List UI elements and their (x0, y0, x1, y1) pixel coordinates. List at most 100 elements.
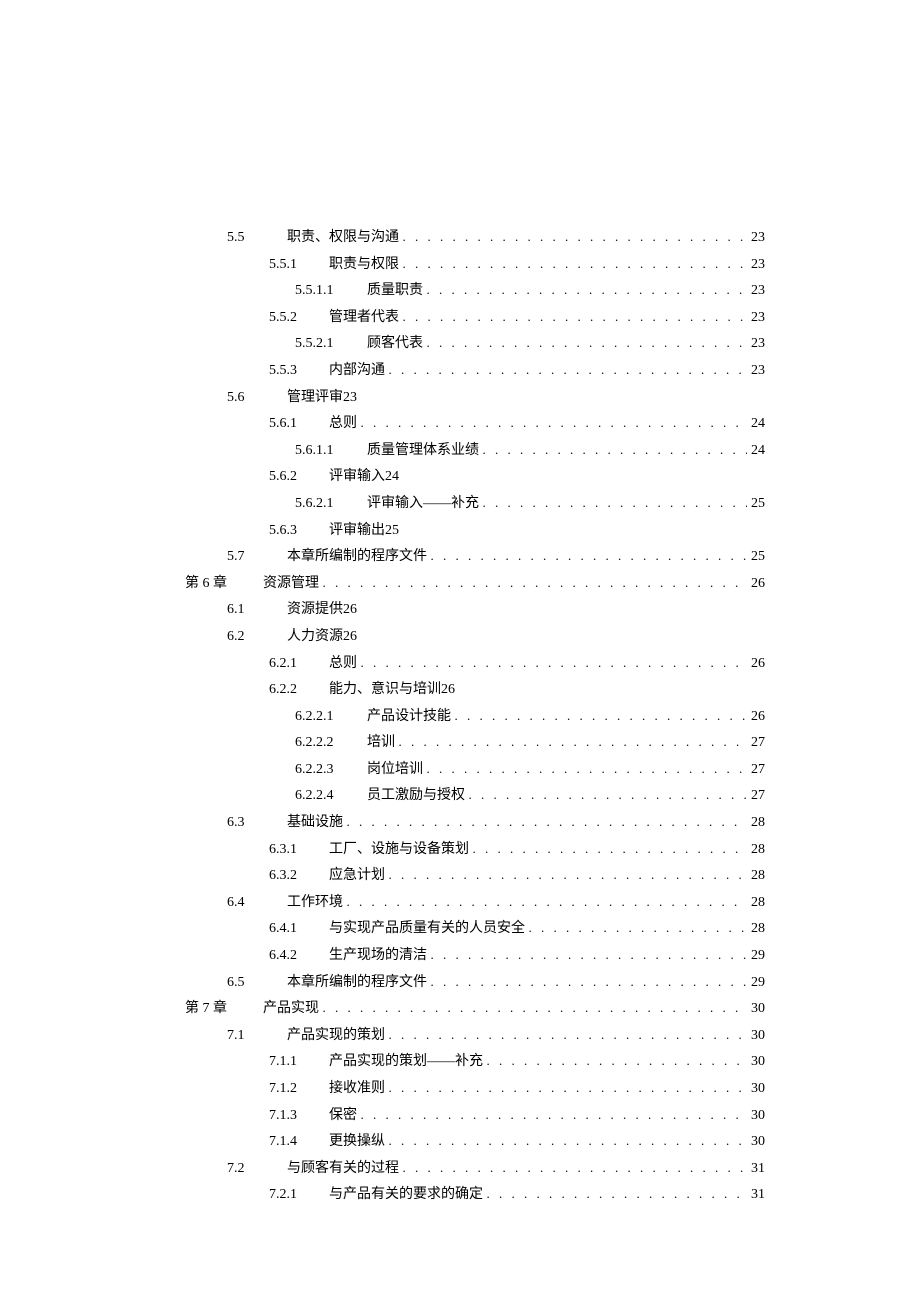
toc-leader-dots: . . . . . . . . . . . . . . . . . . . . … (431, 970, 748, 995)
toc-entry-number: 第 7 章 (185, 996, 263, 1023)
toc-entry-page: 30 (747, 1023, 765, 1050)
toc-entry-number: 7.1.3 (269, 1103, 329, 1130)
toc-leader-dots: . . . . . . . . . . . . . . . . . . . . … (361, 411, 748, 436)
toc-entry-page: 24 (385, 464, 399, 491)
toc-entry-page: 26 (747, 571, 765, 598)
toc-entry-title: 产品设计技能 (367, 704, 451, 731)
toc-leader-dots: . . . . . . . . . . . . . . . . . . . . … (403, 252, 748, 277)
toc-entry-number: 6.2.2.3 (295, 757, 367, 784)
toc-entry-title: 本章所编制的程序文件 (287, 970, 427, 997)
toc-entry-number: 5.6 (227, 385, 287, 412)
toc-entry: 5.6.3评审输出25 (269, 518, 765, 545)
toc-entry-title: 评审输入——补充 (367, 491, 479, 518)
toc-leader-dots: . . . . . . . . . . . . . . . . . . . . … (403, 225, 748, 250)
toc-leader-dots: . . . . . . . . . . . . . . . . . . . . … (399, 730, 748, 755)
toc-leader-dots: . . . . . . . . . . . . . . . . . . . . … (431, 943, 748, 968)
toc-entry: 6.3.2应急计划 . . . . . . . . . . . . . . . … (269, 863, 765, 890)
toc-entry: 7.2与顾客有关的过程 . . . . . . . . . . . . . . … (227, 1156, 765, 1183)
toc-entry-page: 31 (747, 1156, 765, 1183)
toc-entry-title: 基础设施 (287, 810, 343, 837)
toc-entry: 6.4.2生产现场的清洁 . . . . . . . . . . . . . .… (269, 943, 765, 970)
toc-entry-page: 30 (747, 1049, 765, 1076)
toc-entry-number: 6.2.2.1 (295, 704, 367, 731)
toc-entry: 5.5.1职责与权限 . . . . . . . . . . . . . . .… (269, 252, 765, 279)
toc-entry: 第 7 章产品实现 . . . . . . . . . . . . . . . … (185, 996, 765, 1023)
toc-entry-page: 25 (747, 491, 765, 518)
toc-entry-page: 28 (747, 890, 765, 917)
toc-entry: 5.6管理评审23 (227, 385, 765, 412)
toc-leader-dots: . . . . . . . . . . . . . . . . . . . . … (323, 996, 748, 1021)
toc-entry-title: 生产现场的清洁 (329, 943, 427, 970)
toc-entry-number: 6.2.2.2 (295, 730, 367, 757)
toc-leader-dots: . . . . . . . . . . . . . . . . . . . . … (427, 331, 748, 356)
toc-leader-dots: . . . . . . . . . . . . . . . . . . . . … (529, 916, 748, 941)
toc-entry-number: 5.7 (227, 544, 287, 571)
toc-leader-dots: . . . . . . . . . . . . . . . . . . . . … (389, 1076, 748, 1101)
toc-entry-title: 质量管理体系业绩 (367, 438, 479, 465)
toc-leader-dots: . . . . . . . . . . . . . . . . . . . . … (483, 491, 748, 516)
toc-entry-number: 5.5.2 (269, 305, 329, 332)
toc-leader-dots: . . . . . . . . . . . . . . . . . . . . … (487, 1049, 748, 1074)
toc-entry: 6.2.2能力、意识与培训26 (269, 677, 765, 704)
toc-entry-title: 质量职责 (367, 278, 423, 305)
toc-entry-number: 5.5 (227, 225, 287, 252)
toc-entry-number: 6.1 (227, 597, 287, 624)
toc-entry-page: 26 (343, 597, 357, 624)
toc-entry-title: 能力、意识与培训 (329, 677, 441, 704)
toc-leader-dots: . . . . . . . . . . . . . . . . . . . . … (347, 890, 748, 915)
toc-entry-number: 7.1.4 (269, 1129, 329, 1156)
toc-entry-title: 管理者代表 (329, 305, 399, 332)
toc-entry-page: 25 (385, 518, 399, 545)
toc-entry-number: 5.5.1 (269, 252, 329, 279)
toc-entry-page: 23 (747, 305, 765, 332)
toc-leader-dots: . . . . . . . . . . . . . . . . . . . . … (427, 757, 748, 782)
toc-entry: 7.1.1产品实现的策划——补充 . . . . . . . . . . . .… (269, 1049, 765, 1076)
toc-entry-title: 内部沟通 (329, 358, 385, 385)
toc-entry-title: 岗位培训 (367, 757, 423, 784)
toc-leader-dots: . . . . . . . . . . . . . . . . . . . . … (389, 1129, 748, 1154)
toc-entry-number: 5.5.3 (269, 358, 329, 385)
toc-entry-number: 5.6.1 (269, 411, 329, 438)
toc-entry: 6.1资源提供26 (227, 597, 765, 624)
toc-entry-title: 工作环境 (287, 890, 343, 917)
toc-entry: 6.2.2.3岗位培训 . . . . . . . . . . . . . . … (295, 757, 765, 784)
toc-entry: 6.3基础设施 . . . . . . . . . . . . . . . . … (227, 810, 765, 837)
toc-entry-page: 26 (343, 624, 357, 651)
table-of-contents: 5.5职责、权限与沟通 . . . . . . . . . . . . . . … (185, 225, 765, 1209)
toc-entry-page: 29 (747, 970, 765, 997)
toc-entry-number: 7.1 (227, 1023, 287, 1050)
toc-entry-title: 职责、权限与沟通 (287, 225, 399, 252)
toc-entry: 5.7本章所编制的程序文件 . . . . . . . . . . . . . … (227, 544, 765, 571)
toc-leader-dots: . . . . . . . . . . . . . . . . . . . . … (389, 358, 748, 383)
toc-entry: 6.2.2.2培训 . . . . . . . . . . . . . . . … (295, 730, 765, 757)
toc-leader-dots: . . . . . . . . . . . . . . . . . . . . … (427, 278, 748, 303)
toc-leader-dots: . . . . . . . . . . . . . . . . . . . . … (389, 1023, 748, 1048)
toc-entry-number: 6.3.1 (269, 837, 329, 864)
toc-entry-number: 7.2 (227, 1156, 287, 1183)
toc-entry-title: 总则 (329, 411, 357, 438)
toc-entry-number: 5.5.2.1 (295, 331, 367, 358)
toc-entry-title: 评审输入 (329, 464, 385, 491)
document-page: 5.5职责、权限与沟通 . . . . . . . . . . . . . . … (0, 0, 920, 1301)
toc-leader-dots: . . . . . . . . . . . . . . . . . . . . … (487, 1182, 748, 1207)
toc-entry-page: 23 (747, 225, 765, 252)
toc-entry-title: 人力资源 (287, 624, 343, 651)
toc-entry: 6.2.1总则 . . . . . . . . . . . . . . . . … (269, 651, 765, 678)
toc-entry-page: 31 (747, 1182, 765, 1209)
toc-leader-dots: . . . . . . . . . . . . . . . . . . . . … (473, 837, 748, 862)
toc-entry-title: 应急计划 (329, 863, 385, 890)
toc-leader-dots: . . . . . . . . . . . . . . . . . . . . … (455, 704, 748, 729)
toc-entry: 7.1.3保密 . . . . . . . . . . . . . . . . … (269, 1103, 765, 1130)
toc-leader-dots: . . . . . . . . . . . . . . . . . . . . … (361, 651, 748, 676)
toc-entry-number: 6.3 (227, 810, 287, 837)
toc-entry: 5.5.3内部沟通 . . . . . . . . . . . . . . . … (269, 358, 765, 385)
toc-entry: 6.2.2.4员工激励与授权 . . . . . . . . . . . . .… (295, 783, 765, 810)
toc-entry-page: 27 (747, 730, 765, 757)
toc-entry: 6.2.2.1产品设计技能 . . . . . . . . . . . . . … (295, 704, 765, 731)
toc-entry-number: 6.4 (227, 890, 287, 917)
toc-entry-title: 与顾客有关的过程 (287, 1156, 399, 1183)
toc-entry: 5.6.2.1评审输入——补充 . . . . . . . . . . . . … (295, 491, 765, 518)
toc-entry-number: 5.6.2 (269, 464, 329, 491)
toc-entry-page: 26 (747, 651, 765, 678)
toc-entry-title: 管理评审 (287, 385, 343, 412)
